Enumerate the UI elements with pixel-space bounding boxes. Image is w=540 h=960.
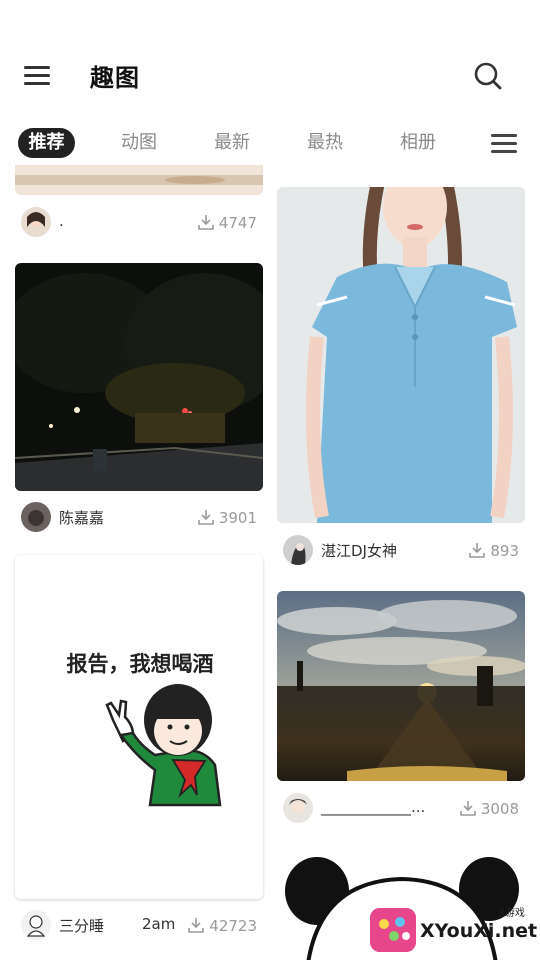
site-watermark: X游戏 XYouXi.net (370, 902, 540, 958)
search-icon[interactable] (472, 60, 504, 92)
tab-albums[interactable]: 相册 (389, 128, 447, 158)
image-card-right-1[interactable] (277, 187, 525, 523)
watermark-text: XYouXi.net (420, 920, 538, 942)
image-card-left-3[interactable] (15, 555, 263, 899)
tab-latest[interactable]: 最新 (203, 128, 261, 158)
image-card-left-2[interactable] (15, 263, 263, 491)
avatar[interactable] (21, 502, 51, 532)
gamepad-logo-icon (370, 908, 416, 952)
card-meta-left-1: . 4747 (21, 205, 257, 239)
username[interactable]: ____________... (321, 798, 425, 816)
tab-hottest[interactable]: 最热 (296, 128, 354, 158)
username[interactable]: 湛江DJ女神 (321, 540, 397, 561)
download-count[interactable]: 42723 (187, 916, 257, 935)
category-tabs: 推荐 动图 最新 最热 相册 (0, 124, 540, 164)
image-card-left-1[interactable] (15, 165, 263, 195)
avatar[interactable] (21, 910, 51, 940)
hamburger-menu-icon[interactable] (24, 62, 52, 90)
download-icon (460, 801, 476, 816)
card-meta-left-2: 陈嘉嘉 3901 (21, 500, 257, 534)
download-icon (469, 543, 486, 558)
download-icon (188, 918, 205, 933)
download-count[interactable]: 3901 (197, 508, 257, 527)
card-meta-right-1: 湛江DJ女神 893 (283, 533, 519, 567)
username[interactable]: . (59, 212, 64, 230)
image-card-right-2[interactable] (277, 591, 525, 781)
image-feed[interactable]: . 4747 陈嘉嘉 3901 报告，我想喝酒 三分睡 2am 42723 湛江… (0, 165, 540, 960)
download-icon (198, 510, 214, 525)
card-meta-left-3: 三分睡 2am 42723 (21, 908, 257, 942)
avatar[interactable] (283, 793, 313, 823)
download-count[interactable]: 3008 (459, 799, 519, 818)
avatar[interactable] (283, 535, 313, 565)
meme-caption: 报告，我想喝酒 (66, 652, 214, 676)
watermark-subtitle: X游戏 (498, 908, 525, 919)
download-count[interactable]: 4747 (197, 213, 257, 232)
post-time: 2am (142, 915, 176, 933)
tab-animated[interactable]: 动图 (110, 128, 168, 158)
tabs-more-icon[interactable] (491, 132, 519, 156)
tab-recommended[interactable]: 推荐 (18, 128, 75, 158)
download-count[interactable]: 893 (468, 541, 519, 560)
page-title: 趣图 (90, 64, 140, 92)
download-icon (198, 215, 214, 230)
avatar[interactable] (21, 207, 51, 237)
username[interactable]: 三分睡 (59, 915, 104, 936)
app-header: 趣图 (0, 0, 540, 120)
card-meta-right-2: ____________... 3008 (283, 791, 519, 825)
username[interactable]: 陈嘉嘉 (59, 507, 104, 528)
